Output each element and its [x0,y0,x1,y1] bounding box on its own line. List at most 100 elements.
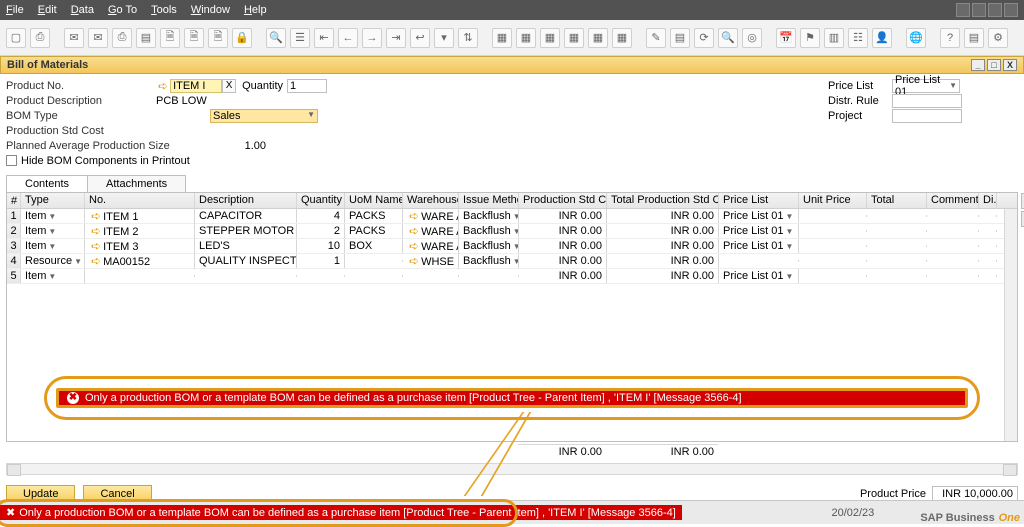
col-num[interactable]: # [7,193,21,208]
print-icon[interactable]: ⎙ [30,28,50,48]
alert-icon[interactable]: ⚑ [800,28,820,48]
calendar-icon[interactable]: 📅 [776,28,796,48]
form-settings-icon[interactable]: ▤ [670,28,690,48]
col-unit-price[interactable]: Unit Price [799,193,867,208]
sort-icon[interactable]: ⇅ [458,28,478,48]
cell-unit-price[interactable] [799,230,867,232]
cell-price-list[interactable] [719,260,799,262]
cell-quantity[interactable]: 10 [297,239,345,253]
cell-total[interactable] [867,215,927,217]
col-type[interactable]: Type [21,193,85,208]
filter-icon[interactable]: ▾ [434,28,454,48]
app-cascade-icon[interactable] [956,3,970,17]
col-di[interactable]: Di... [979,193,997,208]
quantity-input[interactable]: 1 [287,79,327,93]
cell-type[interactable]: Item▼ [21,209,85,223]
cell-issue-method[interactable]: Backflush▼ [459,209,519,223]
table-row[interactable]: 5Item▼INR 0.00INR 0.00Price List 01▼ [7,269,1017,284]
window-minimize-icon[interactable]: _ [971,59,985,71]
cell-prod-std-cost[interactable]: INR 0.00 [519,269,607,283]
cell-total-prod-std-cost[interactable]: INR 0.00 [607,224,719,238]
col-price-list[interactable]: Price List [719,193,799,208]
print-preview-icon[interactable]: ▤ [136,28,156,48]
layout-c-icon[interactable]: ▦ [540,28,560,48]
cell-price-list[interactable]: Price List 01▼ [719,269,799,283]
col-warehouse[interactable]: Warehouse [403,193,459,208]
cell-prod-std-cost[interactable]: INR 0.00 [519,239,607,253]
reply-icon[interactable]: ↩ [410,28,430,48]
mail-icon[interactable]: ✉ [64,28,84,48]
cell-unit-price[interactable] [799,260,867,262]
app-minimize-icon[interactable] [972,3,986,17]
col-total-prod-std-cost[interactable]: Total Production Std Cost [607,193,719,208]
col-description[interactable]: Description [195,193,297,208]
cell-unit-price[interactable] [799,215,867,217]
export-icon[interactable]: 🗎 [184,28,204,48]
table-row[interactable]: 2Item▼➪ITEM 2STEPPER MOTOR2PACKS➪WARE AB… [7,224,1017,239]
cell-warehouse[interactable]: ➪WARE A [403,238,459,254]
cell-price-list[interactable]: Price List 01▼ [719,239,799,253]
cell-quantity[interactable]: 4 [297,209,345,223]
clear-product-button[interactable]: X [222,79,236,93]
cell-uom[interactable] [345,275,403,277]
cell-description[interactable] [195,275,297,277]
search-icon[interactable]: 🔍 [266,28,286,48]
edit-icon[interactable]: ✎ [646,28,666,48]
cell-no[interactable]: ➪ITEM 1 [85,208,195,224]
app-close-icon[interactable] [1004,3,1018,17]
app-restore-icon[interactable] [988,3,1002,17]
settings-icon[interactable]: ⚙ [988,28,1008,48]
cell-quantity[interactable]: 1 [297,254,345,268]
cell-di[interactable] [979,245,997,247]
cell-comments[interactable] [927,245,979,247]
cell-no[interactable]: ➪ITEM 2 [85,223,195,239]
cell-type[interactable]: Item▼ [21,269,85,283]
menu-tools[interactable]: Tools [151,4,177,16]
cell-unit-price[interactable] [799,245,867,247]
cell-di[interactable] [979,215,997,217]
nav-first-icon[interactable]: ⇤ [314,28,334,48]
doc-new-icon[interactable]: ▢ [6,28,26,48]
col-issue-method[interactable]: Issue Method [459,193,519,208]
cell-uom[interactable]: BOX [345,239,403,253]
link-arrow-icon[interactable]: ➪ [156,79,170,93]
table-row[interactable]: 3Item▼➪ITEM 3LED'S10BOX➪WARE ABackflush▼… [7,239,1017,254]
menu-file[interactable]: File [6,4,24,16]
nav-next-icon[interactable]: → [362,28,382,48]
product-no-input[interactable]: ITEM I [170,79,222,93]
tab-attachments[interactable]: Attachments [87,175,186,193]
cell-prod-std-cost[interactable]: INR 0.00 [519,254,607,268]
bom-type-select[interactable]: Sales ▼ [210,109,318,123]
target-icon[interactable]: ◎ [742,28,762,48]
cell-price-list[interactable]: Price List 01▼ [719,224,799,238]
tab-contents[interactable]: Contents [6,175,88,193]
cell-prod-std-cost[interactable]: INR 0.00 [519,224,607,238]
layout-f-icon[interactable]: ▦ [612,28,632,48]
list-icon[interactable]: ☰ [290,28,310,48]
cell-comments[interactable] [927,230,979,232]
cell-type[interactable]: Item▼ [21,239,85,253]
cell-comments[interactable] [927,260,979,262]
menu-window[interactable]: Window [191,4,230,16]
cell-no[interactable]: ➪MA00152 [85,253,195,269]
cell-issue-method[interactable]: Backflush▼ [459,254,519,268]
col-total[interactable]: Total [867,193,927,208]
cell-total[interactable] [867,260,927,262]
cell-type[interactable]: Item▼ [21,224,85,238]
printer-icon[interactable]: ⎙ [112,28,132,48]
menu-data[interactable]: Data [71,4,94,16]
tree-icon[interactable]: ☷ [848,28,868,48]
cell-total-prod-std-cost[interactable]: INR 0.00 [607,254,719,268]
cell-description[interactable]: LED'S [195,239,297,253]
table-row[interactable]: 1Item▼➪ITEM 1CAPACITOR4PACKS➪WARE ABackf… [7,209,1017,224]
col-no[interactable]: No. [85,193,195,208]
layout-b-icon[interactable]: ▦ [516,28,536,48]
cell-issue-method[interactable] [459,275,519,277]
layout-a-icon[interactable]: ▦ [492,28,512,48]
cell-quantity[interactable] [297,275,345,277]
menu-goto[interactable]: Go To [108,4,137,16]
vertical-scrollbar[interactable] [1004,209,1017,441]
find-icon[interactable]: 🔍 [718,28,738,48]
cell-di[interactable] [979,275,997,277]
cell-total-prod-std-cost[interactable]: INR 0.00 [607,269,719,283]
